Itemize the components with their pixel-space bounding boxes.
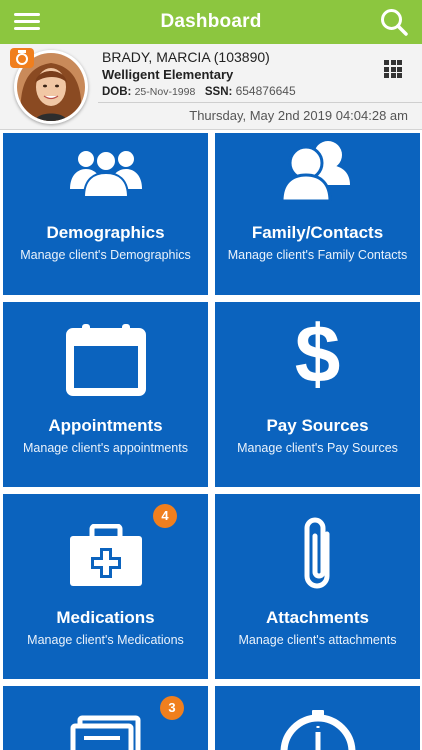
tile-title: Demographics — [46, 223, 165, 242]
clock-icon — [280, 710, 355, 750]
notification-badge: 4 — [153, 504, 177, 528]
dob-label: DOB: — [102, 86, 132, 98]
tile-medications[interactable]: 4 Medications Manage client's Medication… — [3, 494, 208, 679]
tile-subtitle: Manage client's Pay Sources — [237, 441, 398, 455]
tile-clock[interactable] — [215, 686, 420, 750]
tile-subtitle: Manage client's Demographics — [20, 248, 191, 262]
tile-attachments[interactable]: Attachments Manage client's attachments — [215, 494, 420, 679]
tile-title: Pay Sources — [266, 416, 369, 435]
tile-title: Appointments — [48, 416, 163, 435]
tile-subtitle: Manage client's Family Contacts — [227, 248, 408, 262]
tile-appointments[interactable]: Appointments Manage client's appointment… — [3, 302, 208, 487]
tile-subtitle: Manage client's attachments — [238, 633, 397, 647]
documents-icon — [70, 715, 140, 750]
client-identifiers: DOB: 25-Nov-1998 SSN: 654876645 — [102, 84, 296, 98]
header-divider — [98, 102, 422, 103]
tile-pay-sources[interactable]: $ Pay Sources Manage client's Pay Source… — [215, 302, 420, 487]
ssn-value: 654876645 — [235, 84, 296, 98]
tile-documents[interactable]: 3 — [3, 686, 208, 750]
calendar-icon — [65, 324, 146, 396]
school-name: Welligent Elementary — [102, 67, 234, 82]
tile-subtitle: Manage client's Medications — [27, 633, 184, 647]
tile-family-contacts[interactable]: Family/Contacts Manage client's Family C… — [215, 133, 420, 295]
tile-demographics[interactable]: Demographics Manage client's Demographic… — [3, 133, 208, 295]
top-bar: Dashboard — [0, 0, 422, 44]
tile-title: Attachments — [266, 608, 369, 627]
people-group-icon — [69, 150, 142, 197]
ssn-label: SSN: — [204, 86, 233, 98]
medical-kit-icon — [69, 524, 142, 586]
grid-menu-icon[interactable] — [384, 60, 402, 78]
page-title: Dashboard — [160, 11, 262, 32]
dob-value: 25-Nov-1998 — [134, 86, 196, 98]
paperclip-icon — [304, 517, 329, 589]
tile-title: Family/Contacts — [251, 223, 384, 242]
camera-icon[interactable] — [10, 48, 34, 68]
tile-title: Medications — [56, 608, 155, 627]
timestamp: Thursday, May 2nd 2019 04:04:28 am — [189, 108, 408, 123]
search-icon[interactable] — [380, 8, 408, 36]
notification-badge: 3 — [160, 696, 184, 720]
tile-subtitle: Manage client's appointments — [23, 441, 188, 455]
client-header: BRADY, MARCIA (103890) Welligent Element… — [0, 44, 422, 130]
client-name: BRADY, MARCIA (103890) — [102, 49, 270, 65]
dollar-icon: $ — [294, 309, 341, 400]
contacts-icon — [279, 141, 350, 203]
